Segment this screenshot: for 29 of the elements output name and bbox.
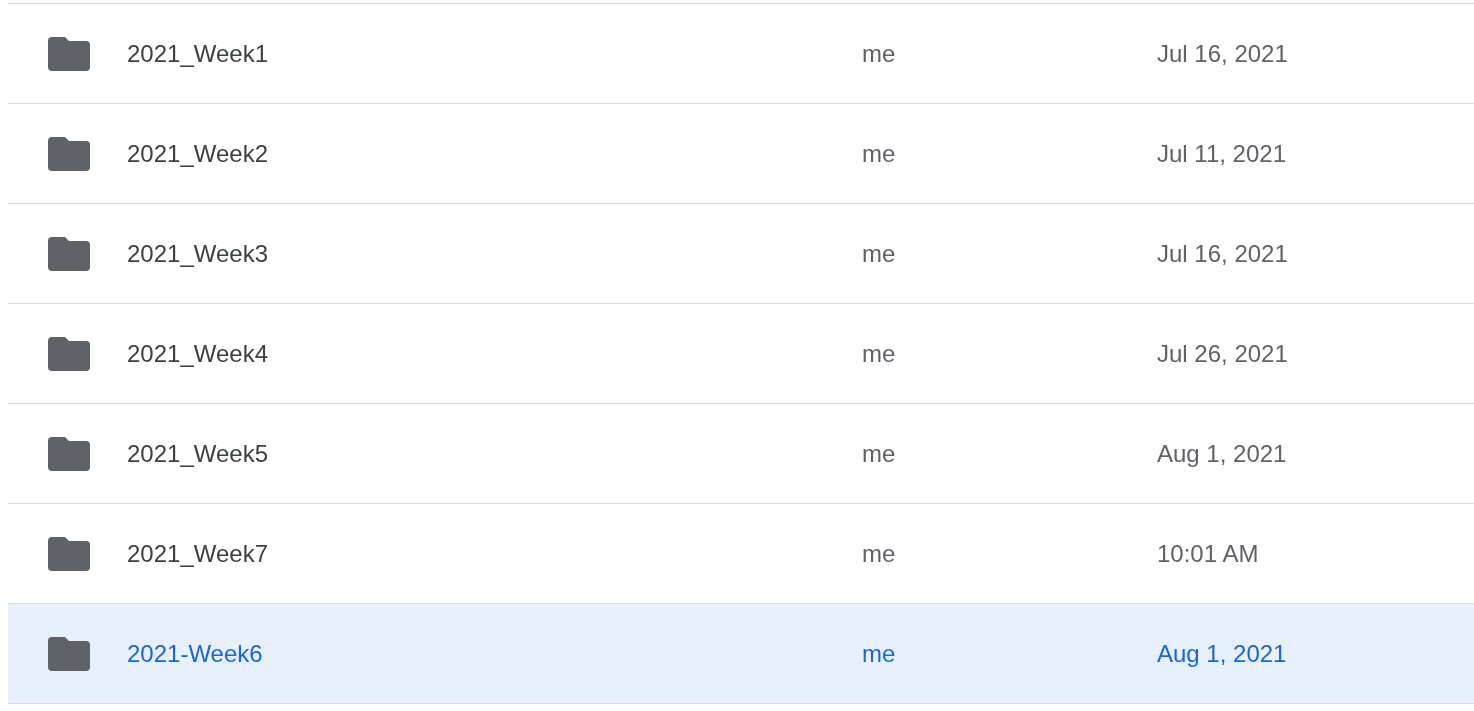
owner-text: me bbox=[862, 338, 897, 369]
modified-date: Jul 16, 2021 bbox=[1157, 238, 1288, 269]
file-name: 2021_Week3 bbox=[127, 238, 269, 269]
folder-icon bbox=[48, 536, 90, 571]
owner-text: me bbox=[862, 638, 897, 669]
owner-text: me bbox=[862, 538, 897, 569]
file-name: 2021_Week4 bbox=[127, 338, 269, 369]
folder-icon bbox=[48, 436, 90, 471]
folder-icon bbox=[48, 36, 90, 71]
folder-icon bbox=[48, 636, 90, 671]
folder-icon bbox=[48, 336, 90, 371]
file-name: 2021-Week6 bbox=[127, 638, 264, 669]
modified-date: Jul 16, 2021 bbox=[1157, 38, 1288, 69]
modified-date: Jul 26, 2021 bbox=[1157, 338, 1288, 369]
folder-icon bbox=[48, 136, 90, 171]
file-row[interactable]: 2021-Week6 me Aug 1, 2021 bbox=[8, 604, 1474, 704]
owner-text: me bbox=[862, 438, 897, 469]
owner-text: me bbox=[862, 138, 897, 169]
modified-date: 10:01 AM bbox=[1157, 538, 1259, 569]
file-name: 2021_Week2 bbox=[127, 138, 269, 169]
modified-date: Aug 1, 2021 bbox=[1157, 638, 1287, 669]
owner-text: me bbox=[862, 238, 897, 269]
file-name: 2021_Week1 bbox=[127, 38, 269, 69]
owner-text: me bbox=[862, 38, 897, 69]
folder-icon bbox=[48, 236, 90, 271]
modified-date: Jul 11, 2021 bbox=[1157, 138, 1286, 169]
file-name: 2021_Week7 bbox=[127, 538, 269, 569]
file-name: 2021_Week5 bbox=[127, 438, 269, 469]
modified-date: Aug 1, 2021 bbox=[1157, 438, 1287, 469]
